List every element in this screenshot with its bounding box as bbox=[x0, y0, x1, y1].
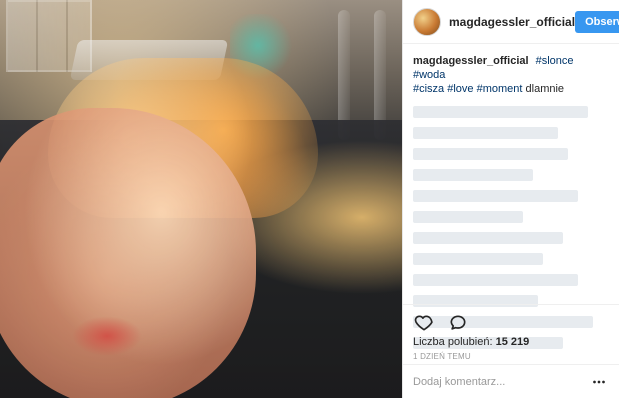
post-header: magdagessler_official Obserwuj bbox=[403, 0, 619, 44]
author-avatar[interactable] bbox=[413, 7, 441, 36]
blurred-comment-line bbox=[413, 211, 523, 223]
instagram-post: magdagessler_official Obserwuj magdagess… bbox=[0, 0, 619, 398]
blurred-comment-line bbox=[413, 127, 558, 139]
post-actions bbox=[403, 304, 619, 340]
post-photo bbox=[0, 0, 402, 398]
blurred-comment-line bbox=[413, 106, 588, 118]
blurred-comment-line bbox=[413, 169, 533, 181]
person-lips bbox=[72, 316, 142, 356]
comment-input[interactable] bbox=[413, 375, 589, 388]
comment-icon bbox=[450, 315, 466, 330]
post-caption: magdagessler_official #slonce #woda #cis… bbox=[413, 54, 609, 96]
blurred-comment-line bbox=[413, 190, 578, 202]
follow-button[interactable]: Obserwuj bbox=[575, 10, 619, 33]
blurred-comment-line bbox=[413, 148, 568, 160]
caption-hashtag-1[interactable]: #slonce bbox=[536, 55, 574, 67]
more-dots-icon bbox=[593, 380, 605, 383]
blurred-comment-line bbox=[413, 253, 543, 265]
comment-button[interactable] bbox=[447, 312, 469, 334]
caption-username[interactable]: magdagessler_official bbox=[413, 55, 529, 67]
author-username[interactable]: magdagessler_official bbox=[449, 15, 575, 29]
caption-hashtag-3[interactable]: #cisza bbox=[413, 83, 444, 95]
like-button[interactable] bbox=[413, 312, 435, 334]
caption-hashtag-2[interactable]: #woda bbox=[413, 69, 445, 81]
heart-icon bbox=[414, 315, 433, 330]
likes-label: Liczba polubień: bbox=[413, 336, 493, 348]
blurred-comment-line bbox=[413, 232, 563, 244]
likes-number: 15 219 bbox=[495, 336, 530, 348]
comment-row bbox=[403, 364, 619, 398]
blurred-comment-line bbox=[413, 274, 578, 286]
caption-text-suffix: dlamnie bbox=[525, 83, 565, 95]
post-time: 1 DZIEŃ TEMU bbox=[413, 352, 471, 361]
more-options-button[interactable] bbox=[589, 372, 609, 392]
likes-count: Liczba polubień: 15 219 bbox=[413, 336, 529, 348]
caption-hashtag-5[interactable]: #moment bbox=[477, 83, 523, 95]
caption-hashtag-4[interactable]: #love bbox=[447, 83, 473, 95]
post-side-panel: magdagessler_official Obserwuj magdagess… bbox=[402, 0, 619, 398]
